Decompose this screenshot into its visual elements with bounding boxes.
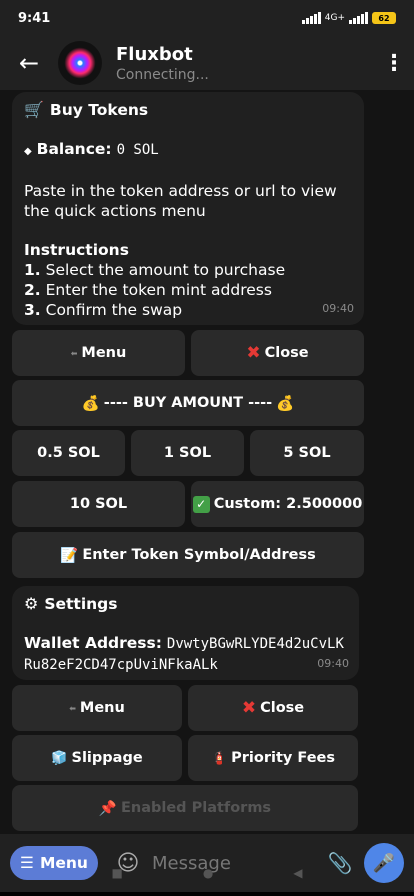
instructions-title: Instructions	[24, 241, 129, 259]
paste-text: Paste in the token address or url to vie…	[24, 182, 337, 220]
custom-amount-button[interactable]: ✓ Custom: 2.500000	[191, 481, 364, 527]
money-bag-icon: 💰	[276, 395, 295, 412]
back-icon: ⬅	[69, 703, 76, 713]
message-input-bar: ☰ Menu ☺ Message 📎 🎤	[0, 834, 414, 892]
gear-icon: ⚙	[24, 594, 39, 613]
hamburger-icon: ☰	[20, 854, 34, 872]
cart-icon: 🛒	[24, 100, 44, 119]
chat-area[interactable]: 🛒 Buy Tokens ◆ Balance: 0 SOL Paste in t…	[0, 90, 414, 834]
status-icons: 4G+ 62	[301, 12, 396, 24]
settings-title: Settings	[44, 595, 118, 613]
enabled-platforms-button[interactable]: 📌 Enabled Platforms	[12, 785, 358, 831]
signal-icon	[301, 12, 321, 24]
settings-close-button[interactable]: ✖ Close	[188, 685, 358, 731]
amount-1-sol-button[interactable]: 1 SOL	[131, 430, 244, 476]
money-bag-icon: 💰	[81, 395, 100, 412]
message-time: 09:40	[322, 302, 354, 315]
back-arrow-icon[interactable]: ←	[0, 36, 58, 90]
wallet-label: Wallet Address:	[24, 634, 162, 652]
message-time: 09:40	[317, 657, 349, 670]
attach-icon[interactable]: 📎	[322, 851, 358, 875]
check-icon: ✓	[192, 495, 210, 513]
instruction-step-1: 1. Select the amount to purchase	[24, 261, 286, 279]
priority-fees-button[interactable]: 🧯 Priority Fees	[188, 735, 358, 781]
bot-menu-button[interactable]: ☰ Menu	[10, 846, 98, 880]
back-icon: ⬅	[70, 348, 78, 358]
emoji-icon[interactable]: ☺	[110, 845, 146, 881]
diamond-icon: ◆	[24, 146, 32, 157]
instruction-step-2: 2. Enter the token mint address	[24, 281, 272, 299]
platforms-icon: 📌	[98, 800, 117, 817]
menu-button[interactable]: ⬅ Menu	[12, 330, 185, 376]
message-input[interactable]: Message	[152, 853, 322, 874]
chat-subtitle: Connecting...	[116, 66, 209, 83]
avatar[interactable]	[58, 41, 102, 85]
network-type: 4G+	[324, 13, 345, 23]
buy-tokens-message: 🛒 Buy Tokens ◆ Balance: 0 SOL Paste in t…	[12, 92, 364, 325]
ice-icon: 🧊	[51, 750, 68, 766]
enter-token-button[interactable]: 📝 Enter Token Symbol/Address	[12, 532, 364, 578]
buy-title: Buy Tokens	[49, 101, 149, 119]
status-bar: 9:41 4G+ 62	[0, 0, 414, 36]
cross-icon: ✖	[241, 698, 257, 718]
microphone-icon[interactable]: 🎤	[364, 843, 404, 883]
amount-10-sol-button[interactable]: 10 SOL	[12, 481, 185, 527]
close-button[interactable]: ✖ Close	[191, 330, 364, 376]
signal-icon-2	[349, 12, 368, 24]
more-vertical-icon[interactable]: ⋮	[374, 36, 414, 90]
chat-header: ← Fluxbot Connecting... ⋮	[0, 36, 414, 90]
balance-value: 0 SOL	[116, 142, 159, 158]
amount-0-5-sol-button[interactable]: 0.5 SOL	[12, 430, 125, 476]
settings-menu-button[interactable]: ⬅ Menu	[12, 685, 182, 731]
status-time: 9:41	[18, 10, 51, 26]
instruction-step-3: 3. Confirm the swap	[24, 301, 183, 319]
battery-icon: 62	[372, 12, 396, 24]
buy-amount-header-button[interactable]: 💰 ---- BUY AMOUNT ---- 💰	[12, 380, 364, 426]
chat-title: Fluxbot	[116, 43, 193, 65]
chat-title-block[interactable]: Fluxbot Connecting...	[116, 44, 209, 83]
memo-icon: 📝	[60, 547, 79, 564]
amount-5-sol-button[interactable]: 5 SOL	[250, 430, 364, 476]
extinguisher-icon: 🧯	[210, 750, 228, 766]
settings-message: ⚙ Settings Wallet Address: DvwtyBGwRLYDE…	[12, 586, 359, 680]
balance-label: Balance:	[36, 140, 112, 158]
slippage-button[interactable]: 🧊 Slippage	[12, 735, 182, 781]
cross-icon: ✖	[246, 343, 261, 363]
